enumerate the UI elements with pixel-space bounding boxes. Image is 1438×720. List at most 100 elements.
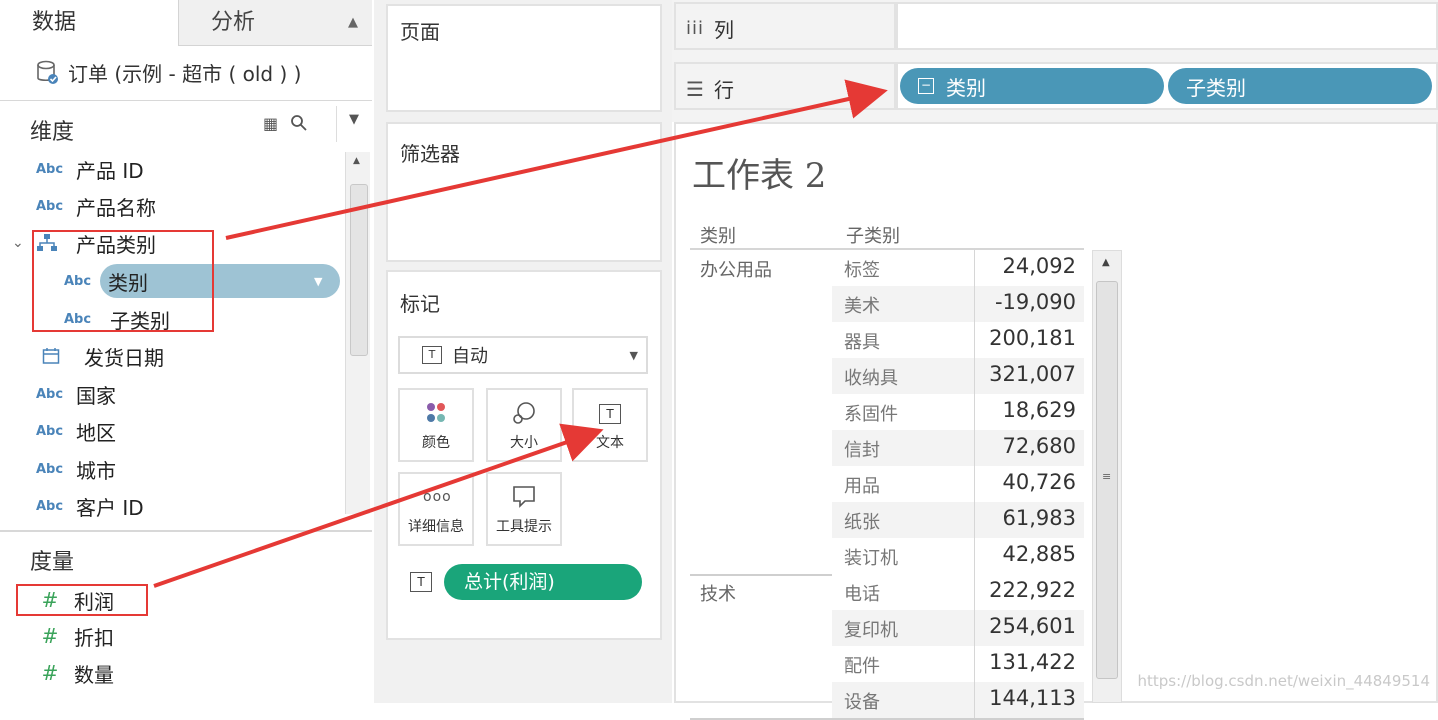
filters-card[interactable]: 筛选器 (386, 122, 662, 262)
mark-type-value: 自动 (452, 346, 488, 367)
sheet-title: 工作表 2 (692, 156, 827, 196)
rows-label: 行 (713, 78, 734, 102)
dimensions-menu[interactable]: ▼ (336, 106, 373, 142)
table-row[interactable]: 用品 40,726 (832, 466, 1084, 502)
color-dots-icon (427, 403, 445, 422)
field-label: 地区 (76, 420, 116, 445)
detail-button[interactable]: ooo 详细信息 (398, 472, 474, 546)
filters-title: 筛选器 (400, 142, 460, 166)
pages-card[interactable]: 页面 (386, 4, 662, 112)
collapse-icon[interactable]: − (918, 78, 934, 94)
value-cell: 321,007 (989, 362, 1076, 386)
abc-icon: Abc (36, 386, 64, 402)
subcategory-cell: 器具 (844, 332, 880, 353)
color-label: 颜色 (422, 435, 450, 451)
value-cell: 18,629 (1002, 398, 1076, 422)
subcategory-cell: 装订机 (844, 548, 898, 569)
table-row[interactable]: 标签 24,092 (832, 250, 1084, 286)
subcategory-cell: 系固件 (844, 404, 898, 425)
value-cell: 200,181 (989, 326, 1076, 350)
grid-view-icon[interactable]: ▦ (263, 114, 278, 133)
table-row[interactable]: 收纳具 321,007 (832, 358, 1084, 394)
field-product-id[interactable]: Abc 产品 ID (0, 152, 345, 186)
dropdown-icon[interactable]: ▼ (314, 275, 322, 288)
tab-data[interactable]: 数据 (0, 0, 178, 46)
table-row[interactable]: 信封 72,680 (832, 430, 1084, 466)
detail-label: 详细信息 (408, 519, 464, 535)
scroll-thumb[interactable]: ≡ (1096, 281, 1118, 679)
watermark: https://blog.csdn.net/weixin_44849514 (1137, 672, 1430, 690)
datasource-item[interactable]: 订单 (示例 - 超市 ( old ) ) (36, 58, 301, 87)
table-row[interactable]: 系固件 18,629 (832, 394, 1084, 430)
field-discount[interactable]: # 折扣 (0, 619, 345, 653)
scroll-up-icon[interactable]: ▲ (353, 156, 360, 166)
table-row[interactable]: 电话 222,922 (832, 574, 1084, 610)
marks-card: 标记 T 自动 ▼ 颜色 大小 T 文本 ooo 详细信息 工具提示 T 总计(… (386, 270, 662, 640)
crosstab: 办公用品 标签 24,092 美术 -19,090 器具 200,181 收纳具 321,007… (690, 250, 1084, 720)
columns-shelf-label-box: iii 列 (674, 2, 896, 50)
columns-shelf[interactable] (896, 2, 1438, 50)
color-button[interactable]: 颜色 (398, 388, 474, 462)
calendar-icon (42, 348, 60, 364)
value-cell: 40,726 (1002, 470, 1076, 494)
value-cell: 42,885 (1002, 542, 1076, 566)
marks-title: 标记 (400, 292, 440, 316)
subcategory-cell: 纸张 (844, 512, 880, 533)
subcategory-cell: 设备 (844, 692, 880, 713)
table-row[interactable]: 装订机 42,885 (832, 538, 1084, 574)
rows-shelf-label-box: ☰ 行 (674, 62, 896, 110)
field-customer-id[interactable]: Abc 客户 ID (0, 489, 345, 523)
field-region[interactable]: Abc 地区 (0, 414, 345, 448)
column-divider (974, 682, 975, 718)
value-cell: 131,422 (989, 650, 1076, 674)
column-divider (974, 358, 975, 394)
value-cell: 61,983 (1002, 506, 1076, 530)
field-quantity[interactable]: # 数量 (0, 656, 345, 690)
divider (0, 530, 372, 532)
column-divider (974, 574, 975, 610)
mark-type-select[interactable]: T 自动 ▼ (398, 336, 648, 374)
field-city[interactable]: Abc 城市 (0, 452, 345, 486)
abc-icon: Abc (36, 161, 64, 177)
table-row[interactable]: 配件 131,422 (832, 646, 1084, 682)
value-cell: 72,680 (1002, 434, 1076, 458)
sheet-scrollbar[interactable]: ▲ ≡ (1092, 250, 1122, 703)
table-row[interactable]: 器具 200,181 (832, 322, 1084, 358)
tooltip-button[interactable]: 工具提示 (486, 472, 562, 546)
sort-icon[interactable]: ▲ (348, 0, 358, 46)
dimension-tools: ▦ (263, 114, 308, 133)
column-divider (974, 538, 975, 574)
text-label: 文本 (596, 435, 624, 451)
table-row[interactable]: 设备 144,113 (832, 682, 1084, 718)
value-cell: 254,601 (989, 614, 1076, 638)
rows-pill-subcategory[interactable]: 子类别 (1168, 68, 1432, 104)
field-label: 城市 (76, 458, 116, 483)
tab-analysis[interactable]: 分析 ▲ (178, 0, 372, 46)
table-row[interactable]: 纸张 61,983 (832, 502, 1084, 538)
detail-dots-icon: ooo (423, 489, 452, 505)
field-product-name[interactable]: Abc 产品名称 (0, 189, 345, 223)
scroll-up-icon[interactable]: ▲ (1102, 257, 1110, 268)
table-row[interactable]: 美术 -19,090 (832, 286, 1084, 322)
field-country[interactable]: Abc 国家 (0, 377, 345, 411)
profit-text-pill[interactable]: 总计(利润) (444, 564, 642, 600)
database-icon (37, 60, 58, 84)
dimensions-scrollbar[interactable]: ▲ (345, 152, 370, 514)
table-row[interactable]: 复印机 254,601 (832, 610, 1084, 646)
field-ship-date[interactable]: 发货日期 (0, 339, 345, 373)
category-cell: 办公用品 (700, 260, 772, 281)
size-button[interactable]: 大小 (486, 388, 562, 462)
field-label: 发货日期 (84, 345, 164, 370)
number-icon: # (41, 661, 59, 685)
category-cell: 技术 (700, 584, 736, 605)
search-icon[interactable] (290, 114, 308, 132)
subcategory-cell: 收纳具 (844, 368, 898, 389)
chevron-down-icon: ▼ (629, 348, 638, 362)
scroll-thumb[interactable] (350, 184, 368, 356)
subcategory-cell: 电话 (844, 584, 880, 605)
column-divider (974, 646, 975, 682)
text-button[interactable]: T 文本 (572, 388, 648, 462)
pages-title: 页面 (400, 20, 440, 44)
subcategory-cell: 配件 (844, 656, 880, 677)
rows-pill-category[interactable]: − 类别 (900, 68, 1164, 104)
